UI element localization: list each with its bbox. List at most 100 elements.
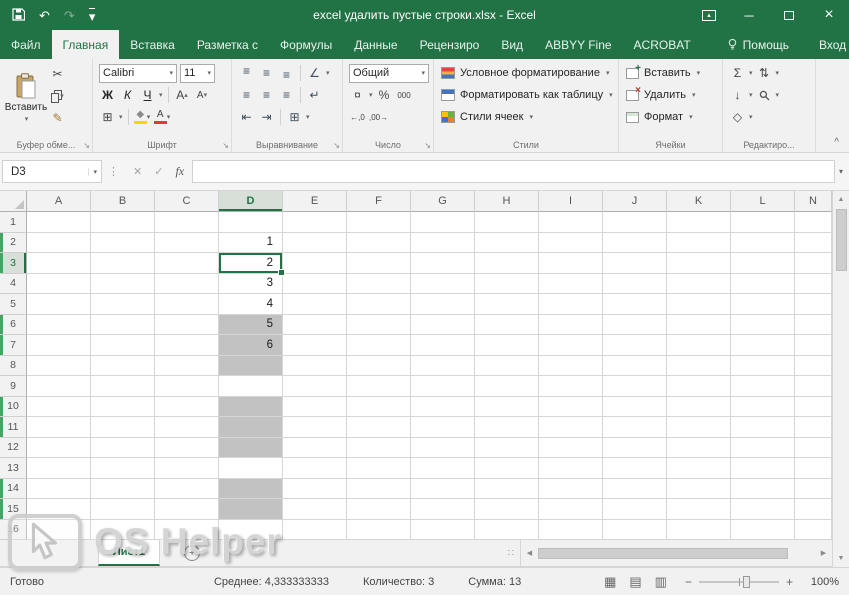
cell-B14[interactable] xyxy=(91,478,155,499)
cell-D13[interactable] xyxy=(219,458,283,479)
tab-file[interactable]: Файл xyxy=(0,30,52,59)
cell-I5[interactable] xyxy=(539,294,603,315)
cell-F2[interactable] xyxy=(347,232,411,253)
cell-I4[interactable] xyxy=(539,273,603,294)
cell-D5[interactable]: 4 xyxy=(219,294,283,315)
cell-D10[interactable] xyxy=(219,396,283,417)
cell-K13[interactable] xyxy=(667,458,731,479)
orientation-button[interactable]: ∠ xyxy=(306,64,323,82)
cell-L15[interactable] xyxy=(731,499,795,520)
cell-C12[interactable] xyxy=(155,437,219,458)
clipboard-dialog-launcher[interactable]: ↘ xyxy=(83,141,90,150)
cell-F5[interactable] xyxy=(347,294,411,315)
cell-C3[interactable] xyxy=(155,253,219,274)
undo-icon[interactable]: ↶ xyxy=(39,9,50,22)
cell-G16[interactable] xyxy=(411,519,475,540)
cell-A9[interactable] xyxy=(27,376,91,397)
row-header-3[interactable]: 3 xyxy=(0,253,27,274)
cell-B12[interactable] xyxy=(91,437,155,458)
cell-L7[interactable] xyxy=(731,335,795,356)
conditional-formatting-button[interactable]: Условное форматирование ▾ xyxy=(437,62,615,84)
zoom-in-icon[interactable]: + xyxy=(786,575,793,589)
font-name-combo[interactable]: Calibri ▾ xyxy=(99,63,177,83)
cell-N15[interactable] xyxy=(795,499,832,520)
cell-J4[interactable] xyxy=(603,273,667,294)
cell-F7[interactable] xyxy=(347,335,411,356)
cell-A5[interactable] xyxy=(27,294,91,315)
align-middle-button[interactable]: ≡ xyxy=(258,64,275,82)
row-header-16[interactable]: 16 xyxy=(0,519,27,540)
horizontal-scrollbar-thumb[interactable] xyxy=(538,547,788,559)
column-header-I[interactable]: I xyxy=(539,191,603,212)
cell-G11[interactable] xyxy=(411,417,475,438)
cell-H13[interactable] xyxy=(475,458,539,479)
font-size-combo[interactable]: 11 ▾ xyxy=(180,63,215,83)
cell-F10[interactable] xyxy=(347,396,411,417)
tab-acrobat[interactable]: ACROBAT xyxy=(623,30,702,59)
zoom-out-icon[interactable]: − xyxy=(685,575,692,589)
column-header-G[interactable]: G xyxy=(411,191,475,212)
cell-D8[interactable] xyxy=(219,355,283,376)
cell-C13[interactable] xyxy=(155,458,219,479)
font-dialog-launcher[interactable]: ↘ xyxy=(222,141,229,150)
cell-L8[interactable] xyxy=(731,355,795,376)
underline-button[interactable]: Ч xyxy=(139,86,156,104)
underline-caret-icon[interactable]: ▾ xyxy=(159,91,163,99)
cell-K7[interactable] xyxy=(667,335,731,356)
zoom-slider[interactable] xyxy=(698,575,779,588)
format-cells-button[interactable]: Формат ▾ xyxy=(622,106,719,128)
cell-C9[interactable] xyxy=(155,376,219,397)
tab-splitter-grip[interactable]: ∷ xyxy=(508,548,514,559)
tab-help[interactable]: Помощь xyxy=(716,30,800,59)
cell-N10[interactable] xyxy=(795,396,832,417)
cell-E13[interactable] xyxy=(283,458,347,479)
cell-K16[interactable] xyxy=(667,519,731,540)
cell-K2[interactable] xyxy=(667,232,731,253)
shrink-font-button[interactable]: А ▾ xyxy=(194,86,211,104)
cell-J7[interactable] xyxy=(603,335,667,356)
cell-A11[interactable] xyxy=(27,417,91,438)
cell-J3[interactable] xyxy=(603,253,667,274)
cell-K6[interactable] xyxy=(667,314,731,335)
insert-function-icon[interactable]: fx xyxy=(175,164,184,179)
cell-C14[interactable] xyxy=(155,478,219,499)
copy-icon[interactable]: ▾ xyxy=(49,87,66,105)
alignment-dialog-launcher[interactable]: ↘ xyxy=(333,141,340,150)
cell-E16[interactable] xyxy=(283,519,347,540)
cell-J16[interactable] xyxy=(603,519,667,540)
cell-L9[interactable] xyxy=(731,376,795,397)
cell-A15[interactable] xyxy=(27,499,91,520)
scroll-left-icon[interactable]: ◀ xyxy=(521,549,538,557)
fill-button[interactable]: ↓ xyxy=(729,86,746,104)
tab-insert[interactable]: Вставка xyxy=(119,30,186,59)
cell-K10[interactable] xyxy=(667,396,731,417)
cell-B11[interactable] xyxy=(91,417,155,438)
cell-J12[interactable] xyxy=(603,437,667,458)
new-sheet-button[interactable]: + xyxy=(184,545,201,561)
delete-cells-button[interactable]: Удалить▾ xyxy=(622,84,719,106)
cell-D3[interactable]: 2 xyxy=(219,253,285,275)
cell-I1[interactable] xyxy=(539,212,603,233)
row-header-6[interactable]: 6 xyxy=(0,314,27,335)
comma-style-button[interactable]: 000 xyxy=(396,86,413,104)
cell-G6[interactable] xyxy=(411,314,475,335)
grow-font-button[interactable]: А ▴ xyxy=(174,86,191,104)
cell-H11[interactable] xyxy=(475,417,539,438)
cell-H3[interactable] xyxy=(475,253,539,274)
cell-N5[interactable] xyxy=(795,294,832,315)
page-break-view-icon[interactable]: ▥ xyxy=(655,574,667,590)
confirm-entry-icon[interactable]: ✓ xyxy=(154,165,163,178)
cell-F8[interactable] xyxy=(347,355,411,376)
clear-button[interactable]: ◇ xyxy=(729,108,746,126)
cell-H9[interactable] xyxy=(475,376,539,397)
cell-H16[interactable] xyxy=(475,519,539,540)
cell-B2[interactable] xyxy=(91,232,155,253)
cell-B4[interactable] xyxy=(91,273,155,294)
cell-L5[interactable] xyxy=(731,294,795,315)
row-header-14[interactable]: 14 xyxy=(0,478,27,499)
column-header-B[interactable]: B xyxy=(91,191,155,212)
increase-indent-button[interactable]: ⇥ xyxy=(258,108,275,126)
row-header-8[interactable]: 8 xyxy=(0,355,27,376)
sign-in-button[interactable]: Вход xyxy=(808,30,849,59)
cell-E3[interactable] xyxy=(283,253,347,274)
